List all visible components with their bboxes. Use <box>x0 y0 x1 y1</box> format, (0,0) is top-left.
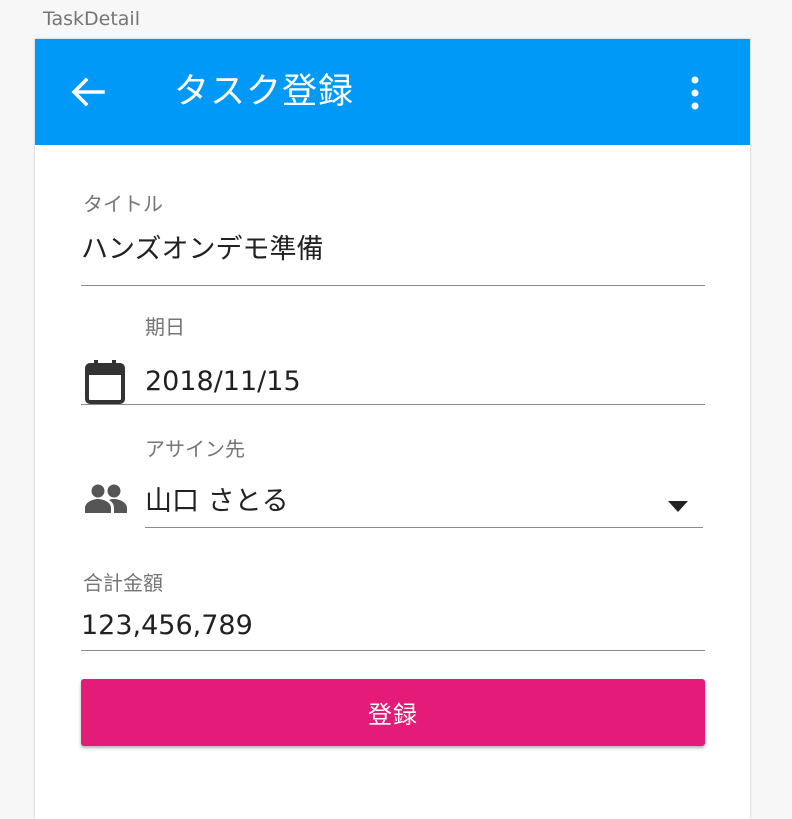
arrow-drop-down-icon[interactable] <box>668 498 688 517</box>
assignee-value[interactable]: 山口 さとる <box>145 485 289 519</box>
title-field-underline <box>81 285 705 286</box>
window-title: TaskDetail <box>43 8 140 30</box>
page-title: タスク登録 <box>174 72 355 112</box>
title-field-value[interactable]: ハンズオンデモ準備 <box>81 233 323 267</box>
app-bar: タスク登録 <box>35 39 750 145</box>
due-date-label: 期日 <box>145 315 185 339</box>
due-date-value[interactable]: 2018/11/15 <box>145 365 301 399</box>
app-screen: タスク登録 タイトル ハンズオンデモ準備 期日 2018/11/15 アサイン先… <box>35 39 750 819</box>
calendar-icon[interactable] <box>85 360 125 408</box>
more-options-button[interactable] <box>685 75 705 111</box>
more-vert-icon <box>691 76 699 110</box>
arrow-left-icon <box>71 77 105 107</box>
register-button[interactable]: 登録 <box>81 679 705 746</box>
amount-underline <box>81 650 705 651</box>
assignee-label: アサイン先 <box>145 437 245 461</box>
title-field-label: タイトル <box>83 192 163 216</box>
amount-label: 合計金額 <box>83 571 163 595</box>
people-icon <box>85 483 127 517</box>
due-date-underline <box>81 404 705 405</box>
assignee-underline <box>145 527 703 528</box>
amount-value[interactable]: 123,456,789 <box>81 609 253 643</box>
back-button[interactable] <box>69 76 105 108</box>
